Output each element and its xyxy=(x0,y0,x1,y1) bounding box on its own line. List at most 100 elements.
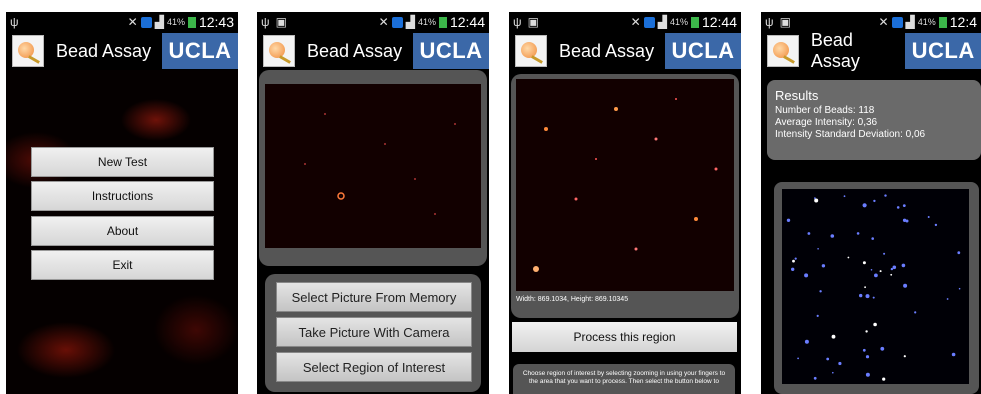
signal-icon: ▟ xyxy=(405,15,415,29)
bead-dot xyxy=(946,298,949,300)
microscope-image xyxy=(265,84,481,248)
mute-icon: ✕ xyxy=(378,15,389,29)
ucla-logo: UCLA xyxy=(905,33,981,69)
bead-dot xyxy=(934,223,938,227)
app-logo-icon xyxy=(12,35,44,67)
results-panel: Results Number of Beads: 118 Average Int… xyxy=(767,80,981,160)
intensity-standard-deviation: Intensity Standard Deviation: 0,06 xyxy=(775,129,926,140)
signal-icon: ▟ xyxy=(154,15,164,29)
mute-icon: ✕ xyxy=(127,15,138,29)
status-bar: ψ ▣ ✕ ▟ 41% 12:44 xyxy=(257,12,489,32)
region-dimensions: Width: 869.1034, Height: 869.10345 xyxy=(516,296,629,303)
bead-dot xyxy=(903,355,906,358)
phone-screen-home: ψ ✕ ▟ 41% 12:43 Bead Assay UCLA New Test… xyxy=(6,12,238,394)
process-region-button[interactable]: Process this region xyxy=(512,322,737,352)
image-preview-panel xyxy=(259,70,487,266)
bead-dot xyxy=(831,334,836,339)
bead-dot xyxy=(804,273,809,278)
bead-dot xyxy=(865,294,870,299)
bead-dot xyxy=(873,322,877,327)
bead-dot xyxy=(892,265,897,270)
bead-dot xyxy=(856,232,860,235)
bead-dot xyxy=(826,357,830,361)
bluetooth-icon xyxy=(140,16,152,28)
bead-dot xyxy=(871,237,874,240)
bead-dot xyxy=(792,259,795,263)
phone-screen-capture: ψ ▣ ✕ ▟ 41% 12:44 Bead Assay UCLA Select… xyxy=(257,12,489,394)
bead-dot xyxy=(843,195,846,198)
clock: 12:44 xyxy=(449,14,485,30)
number-of-beads: Number of Beads: 118 xyxy=(775,105,875,116)
image-icon: ▣ xyxy=(779,15,791,29)
status-bar: ψ ▣ ✕ ▟ 41% 12:44 xyxy=(509,12,741,32)
bead-dot xyxy=(847,256,850,259)
bead-dot xyxy=(874,273,878,278)
bead-dot xyxy=(873,199,876,203)
usb-icon: ψ xyxy=(765,15,774,29)
usb-icon: ψ xyxy=(10,15,19,29)
bead-dot xyxy=(865,355,870,359)
about-button[interactable]: About xyxy=(31,216,214,246)
clock: 12:44 xyxy=(701,14,737,30)
battery-icon xyxy=(187,16,196,28)
processed-bead-image xyxy=(782,189,969,384)
take-picture-button[interactable]: Take Picture With Camera xyxy=(276,317,472,347)
bead-dot xyxy=(830,234,835,238)
bluetooth-icon xyxy=(643,16,655,28)
bead-dot xyxy=(816,314,819,317)
mute-icon: ✕ xyxy=(630,15,641,29)
status-bar: ψ ✕ ▟ 41% 12:43 xyxy=(6,12,238,32)
bead-dot xyxy=(902,204,906,207)
detected-beads-svg xyxy=(786,194,961,381)
battery-icon xyxy=(690,16,699,28)
bead-dot xyxy=(814,198,819,203)
bead-image-svg xyxy=(304,113,456,215)
instruction-hint: Choose region of interest by selecting z… xyxy=(513,364,735,394)
bead-dot xyxy=(957,251,961,255)
bead-dot xyxy=(804,339,809,344)
select-picture-button[interactable]: Select Picture From Memory xyxy=(276,282,472,312)
bead-dot xyxy=(862,348,866,352)
ucla-logo: UCLA xyxy=(413,33,489,69)
clock: 12:43 xyxy=(198,14,234,30)
bead-dot xyxy=(813,376,817,380)
bead-dot xyxy=(814,197,816,199)
bead-dot xyxy=(882,377,886,381)
region-image[interactable] xyxy=(516,79,734,291)
bead-dot xyxy=(838,361,842,366)
image-icon: ▣ xyxy=(527,15,539,29)
exit-button[interactable]: Exit xyxy=(31,250,214,280)
battery-icon xyxy=(438,16,447,28)
bead-dot xyxy=(883,252,886,255)
bead-dot xyxy=(865,372,870,377)
select-region-button[interactable]: Select Region of Interest xyxy=(276,352,472,382)
result-image-panel xyxy=(774,182,979,394)
bead-dot xyxy=(821,264,826,268)
bead-dot xyxy=(832,371,834,374)
bead-dot xyxy=(951,352,956,357)
bead-dot xyxy=(927,216,930,218)
bead-dot xyxy=(865,330,868,333)
phone-screen-results: ψ ▣ ✕ ▟ 41% 12:4 Bead Assay UCLA Results… xyxy=(761,12,981,394)
app-bar: Bead Assay UCLA xyxy=(509,32,741,70)
bead-dot xyxy=(896,206,900,209)
bead-dot xyxy=(794,257,797,260)
app-bar: Bead Assay UCLA xyxy=(761,30,981,71)
region-panel: Width: 869.1034, Height: 869.10345 xyxy=(511,74,739,318)
bead-dot xyxy=(880,346,885,351)
new-test-button[interactable]: New Test xyxy=(31,147,214,177)
instructions-button[interactable]: Instructions xyxy=(31,181,214,211)
bead-dot xyxy=(791,267,795,271)
battery-percent: 41% xyxy=(669,17,688,27)
app-logo-icon xyxy=(767,35,799,67)
bead-dot xyxy=(879,270,882,273)
bead-dot xyxy=(901,263,906,268)
app-title: Bead Assay xyxy=(307,40,403,61)
app-bar: Bead Assay UCLA xyxy=(257,32,489,70)
bead-dot xyxy=(817,248,819,250)
results-title: Results xyxy=(775,88,819,103)
bead-dot xyxy=(819,290,822,293)
app-title: Bead Assay xyxy=(56,40,152,61)
bead-dot xyxy=(902,218,907,222)
ucla-logo: UCLA xyxy=(665,33,741,69)
